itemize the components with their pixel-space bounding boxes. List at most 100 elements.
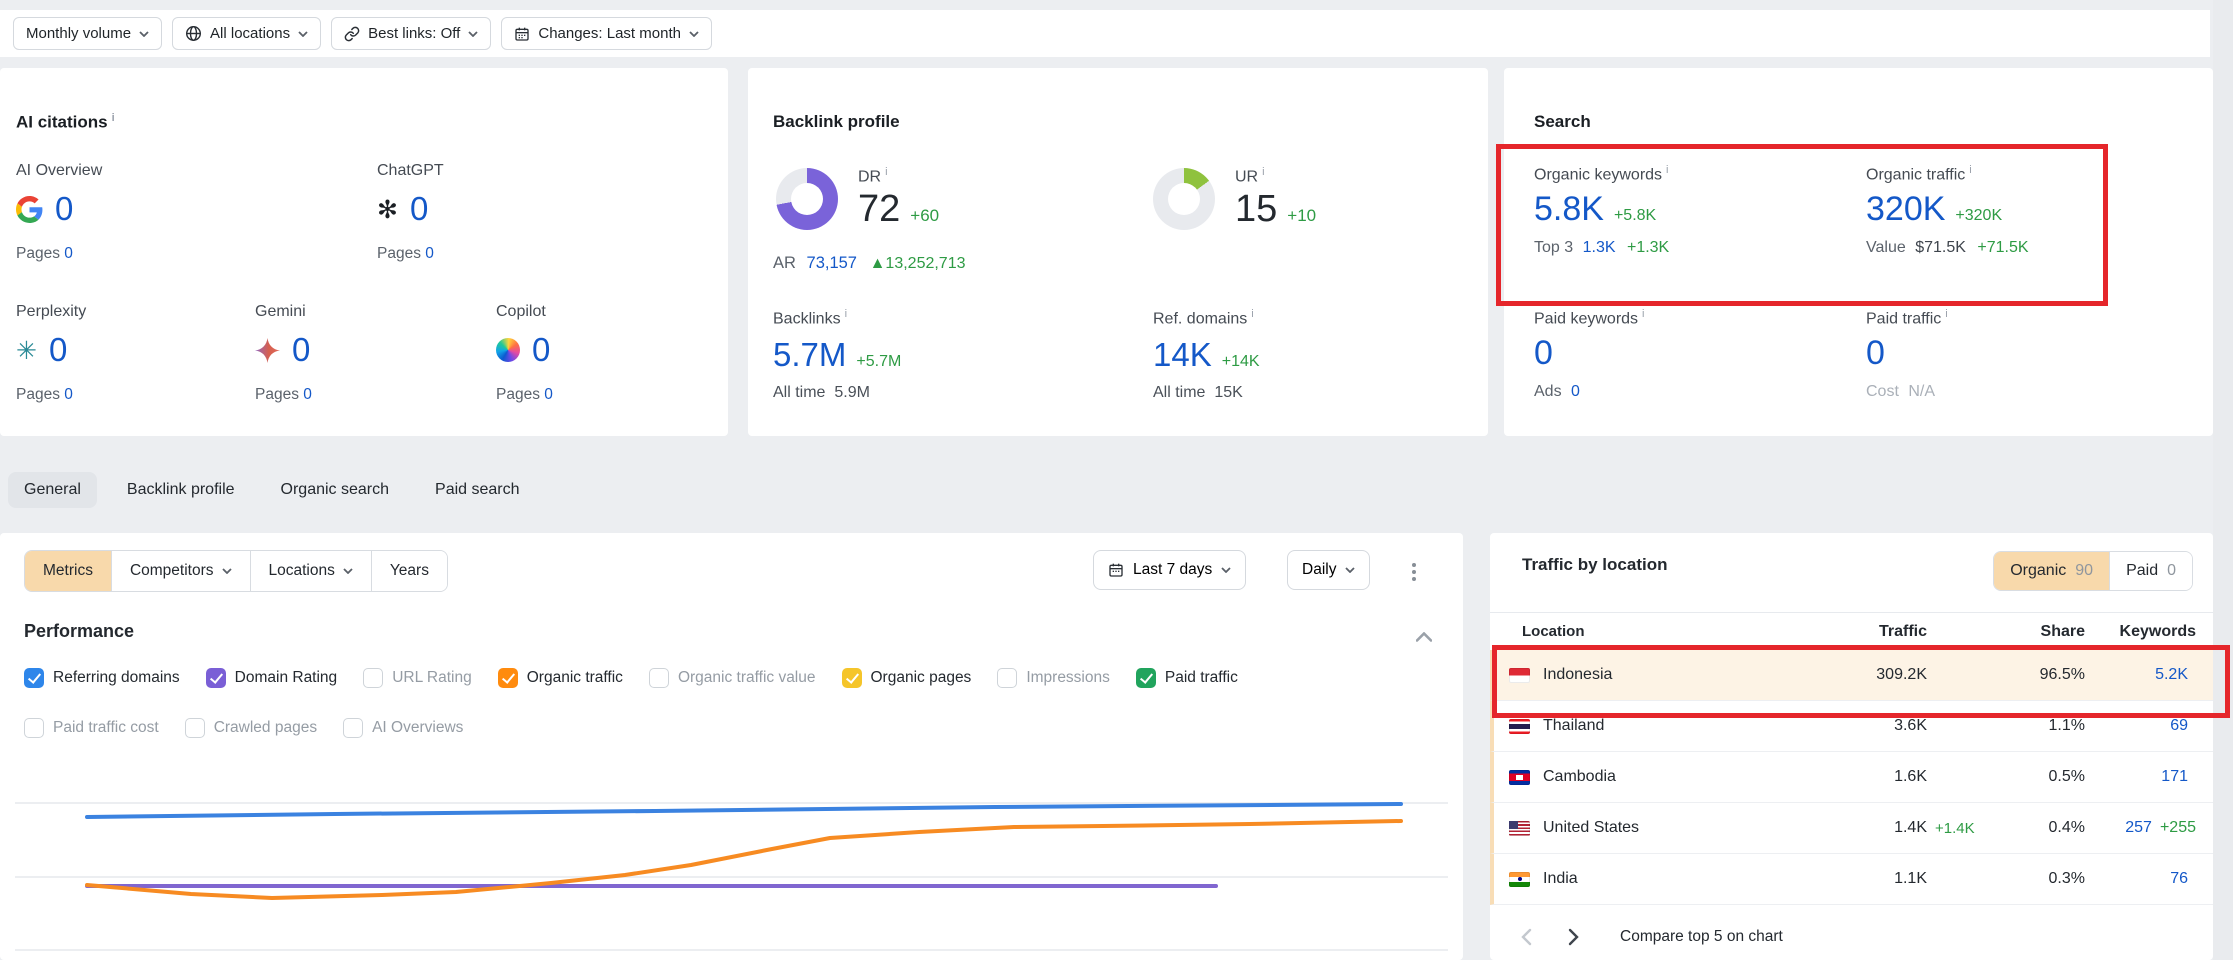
pages-label: Pages <box>16 245 60 262</box>
next-page-chevron-icon[interactable] <box>1567 928 1580 946</box>
checkbox-paid-traffic-cost[interactable]: Paid traffic cost <box>24 718 159 738</box>
organic-traffic-value[interactable]: 320K <box>1866 190 1945 229</box>
checkbox-ai-overviews[interactable]: AI Overviews <box>343 718 463 738</box>
table-row-indonesia[interactable]: Indonesia 309.2K 96.5% 5.2K <box>1490 650 2213 701</box>
keywords-link[interactable]: 69 <box>2170 717 2188 735</box>
keywords-link[interactable]: 5.2K <box>2155 666 2188 684</box>
thailand-flag-icon <box>1509 719 1530 734</box>
checkbox-impressions[interactable]: Impressions <box>997 668 1110 688</box>
table-row-india[interactable]: India 1.1K 0.3% 76 <box>1490 854 2213 905</box>
performance-line-chart[interactable] <box>15 780 1448 960</box>
table-row-cambodia[interactable]: Cambodia 1.6K 0.5% 171 <box>1490 752 2213 803</box>
organic-traffic-change: +320K <box>1955 207 2002 225</box>
ai-overview-block: AI Overview 0 Pages 0 <box>16 162 236 263</box>
organic-count: 90 <box>2075 562 2093 580</box>
locations-dropdown[interactable]: All locations <box>172 17 321 50</box>
ar-value[interactable]: 73,157 <box>807 254 857 272</box>
checkbox-domain-rating[interactable]: Domain Rating <box>206 668 338 688</box>
changes-dropdown[interactable]: Changes: Last month <box>501 17 712 50</box>
organic-traffic-block: Organic traffic 320K +320K Value $71.5K … <box>1866 164 2166 257</box>
checkbox-organic-traffic-value[interactable]: Organic traffic value <box>649 668 816 688</box>
organic-traffic-label: Organic traffic <box>1866 164 2166 184</box>
top3-label: Top 3 <box>1534 239 1573 256</box>
value-change: +71.5K <box>1977 239 2028 256</box>
gemini-icon <box>255 338 280 363</box>
segment-locations[interactable]: Locations <box>250 551 371 591</box>
chevron-down-icon <box>1345 567 1355 573</box>
ai-citations-card: AI citations AI Overview 0 Pages 0 ChatG… <box>0 68 728 436</box>
checkbox-paid-traffic[interactable]: Paid traffic <box>1136 668 1238 688</box>
toggle-paid[interactable]: Paid 0 <box>2109 552 2192 590</box>
checkbox-organic-pages[interactable]: Organic pages <box>842 668 972 688</box>
scrollbar-track[interactable] <box>2213 0 2233 960</box>
best-links-label: Best links: Off <box>368 25 460 42</box>
tab-paid-search[interactable]: Paid search <box>419 472 536 508</box>
collapse-chevron-up-icon[interactable] <box>1416 629 1432 647</box>
segment-metrics[interactable]: Metrics <box>25 551 111 591</box>
value-amount: $71.5K <box>1915 239 1966 256</box>
dr-change: +60 <box>910 206 939 226</box>
gemini-value[interactable]: 0 <box>292 331 310 369</box>
checkbox-referring-domains[interactable]: Referring domains <box>24 668 180 688</box>
tab-organic-search[interactable]: Organic search <box>265 472 406 508</box>
date-range-label: Last 7 days <box>1133 561 1212 579</box>
col-location[interactable]: Location <box>1490 623 1832 640</box>
ur-value: 15 <box>1235 188 1277 231</box>
chatgpt-label: ChatGPT <box>377 162 597 180</box>
ref-domains-label: Ref. domains <box>1153 308 1453 328</box>
pages-value[interactable]: 0 <box>303 386 312 403</box>
gemini-label: Gemini <box>255 303 475 321</box>
prev-page-chevron-icon[interactable] <box>1520 928 1533 946</box>
ai-overview-value[interactable]: 0 <box>55 190 73 228</box>
more-options-kebab-icon[interactable] <box>1408 559 1420 585</box>
cost-value: N/A <box>1908 383 1935 400</box>
ref-domains-block: Ref. domains 14K +14K All time 15K <box>1153 308 1453 402</box>
checkbox-organic-traffic[interactable]: Organic traffic <box>498 668 623 688</box>
toggle-organic[interactable]: Organic 90 <box>1994 552 2109 590</box>
backlinks-value[interactable]: 5.7M <box>773 336 846 374</box>
pages-value[interactable]: 0 <box>425 245 434 262</box>
paid-traffic-value[interactable]: 0 <box>1866 334 1885 373</box>
pages-label: Pages <box>496 386 540 403</box>
segment-years[interactable]: Years <box>371 551 447 591</box>
pages-value[interactable]: 0 <box>64 386 73 403</box>
search-title: Search <box>1534 112 1591 132</box>
perplexity-value[interactable]: 0 <box>49 331 67 369</box>
ref-domains-value[interactable]: 14K <box>1153 336 1212 374</box>
ur-change: +10 <box>1287 206 1316 226</box>
alltime-value: 15K <box>1214 384 1242 401</box>
col-keywords[interactable]: Keywords <box>2085 623 2196 641</box>
calendar-icon <box>1108 562 1124 578</box>
keywords-link[interactable]: 171 <box>2161 768 2188 786</box>
compare-top5-link[interactable]: Compare top 5 on chart <box>1620 928 1783 946</box>
monthly-volume-label: Monthly volume <box>26 25 131 42</box>
keywords-link[interactable]: 257 <box>2125 819 2152 837</box>
checkbox-url-rating[interactable]: URL Rating <box>363 668 472 688</box>
table-row-thailand[interactable]: Thailand 3.6K 1.1% 69 <box>1490 701 2213 752</box>
checkbox-crawled-pages[interactable]: Crawled pages <box>185 718 317 738</box>
ar-change: 13,252,713 <box>885 255 965 272</box>
tab-backlink-profile[interactable]: Backlink profile <box>111 472 251 508</box>
monthly-volume-dropdown[interactable]: Monthly volume <box>13 17 162 50</box>
pages-value[interactable]: 0 <box>544 386 553 403</box>
date-range-dropdown[interactable]: Last 7 days <box>1093 550 1246 590</box>
col-share[interactable]: Share <box>2015 623 2085 641</box>
granularity-dropdown[interactable]: Daily <box>1287 550 1370 590</box>
best-links-dropdown[interactable]: Best links: Off <box>331 17 491 50</box>
section-tabs: General Backlink profile Organic search … <box>8 472 536 508</box>
pages-value[interactable]: 0 <box>64 245 73 262</box>
col-traffic[interactable]: Traffic <box>1832 623 1927 641</box>
tab-general[interactable]: General <box>8 472 97 508</box>
paid-traffic-block: Paid traffic 0 Cost N/A <box>1866 308 2166 401</box>
paid-keywords-value[interactable]: 0 <box>1534 334 1553 373</box>
copilot-value[interactable]: 0 <box>532 331 550 369</box>
perplexity-block: Perplexity ✳ 0 Pages 0 <box>16 303 236 404</box>
chatgpt-value[interactable]: 0 <box>410 190 428 228</box>
ads-value[interactable]: 0 <box>1571 383 1580 400</box>
india-flag-icon <box>1509 872 1530 887</box>
segment-competitors[interactable]: Competitors <box>111 551 250 591</box>
table-row-united-states[interactable]: United States 1.4K +1.4K 0.4% 257+255 <box>1490 803 2213 854</box>
organic-keywords-value[interactable]: 5.8K <box>1534 190 1604 229</box>
keywords-link[interactable]: 76 <box>2170 870 2188 888</box>
top3-value[interactable]: 1.3K <box>1583 239 1616 256</box>
